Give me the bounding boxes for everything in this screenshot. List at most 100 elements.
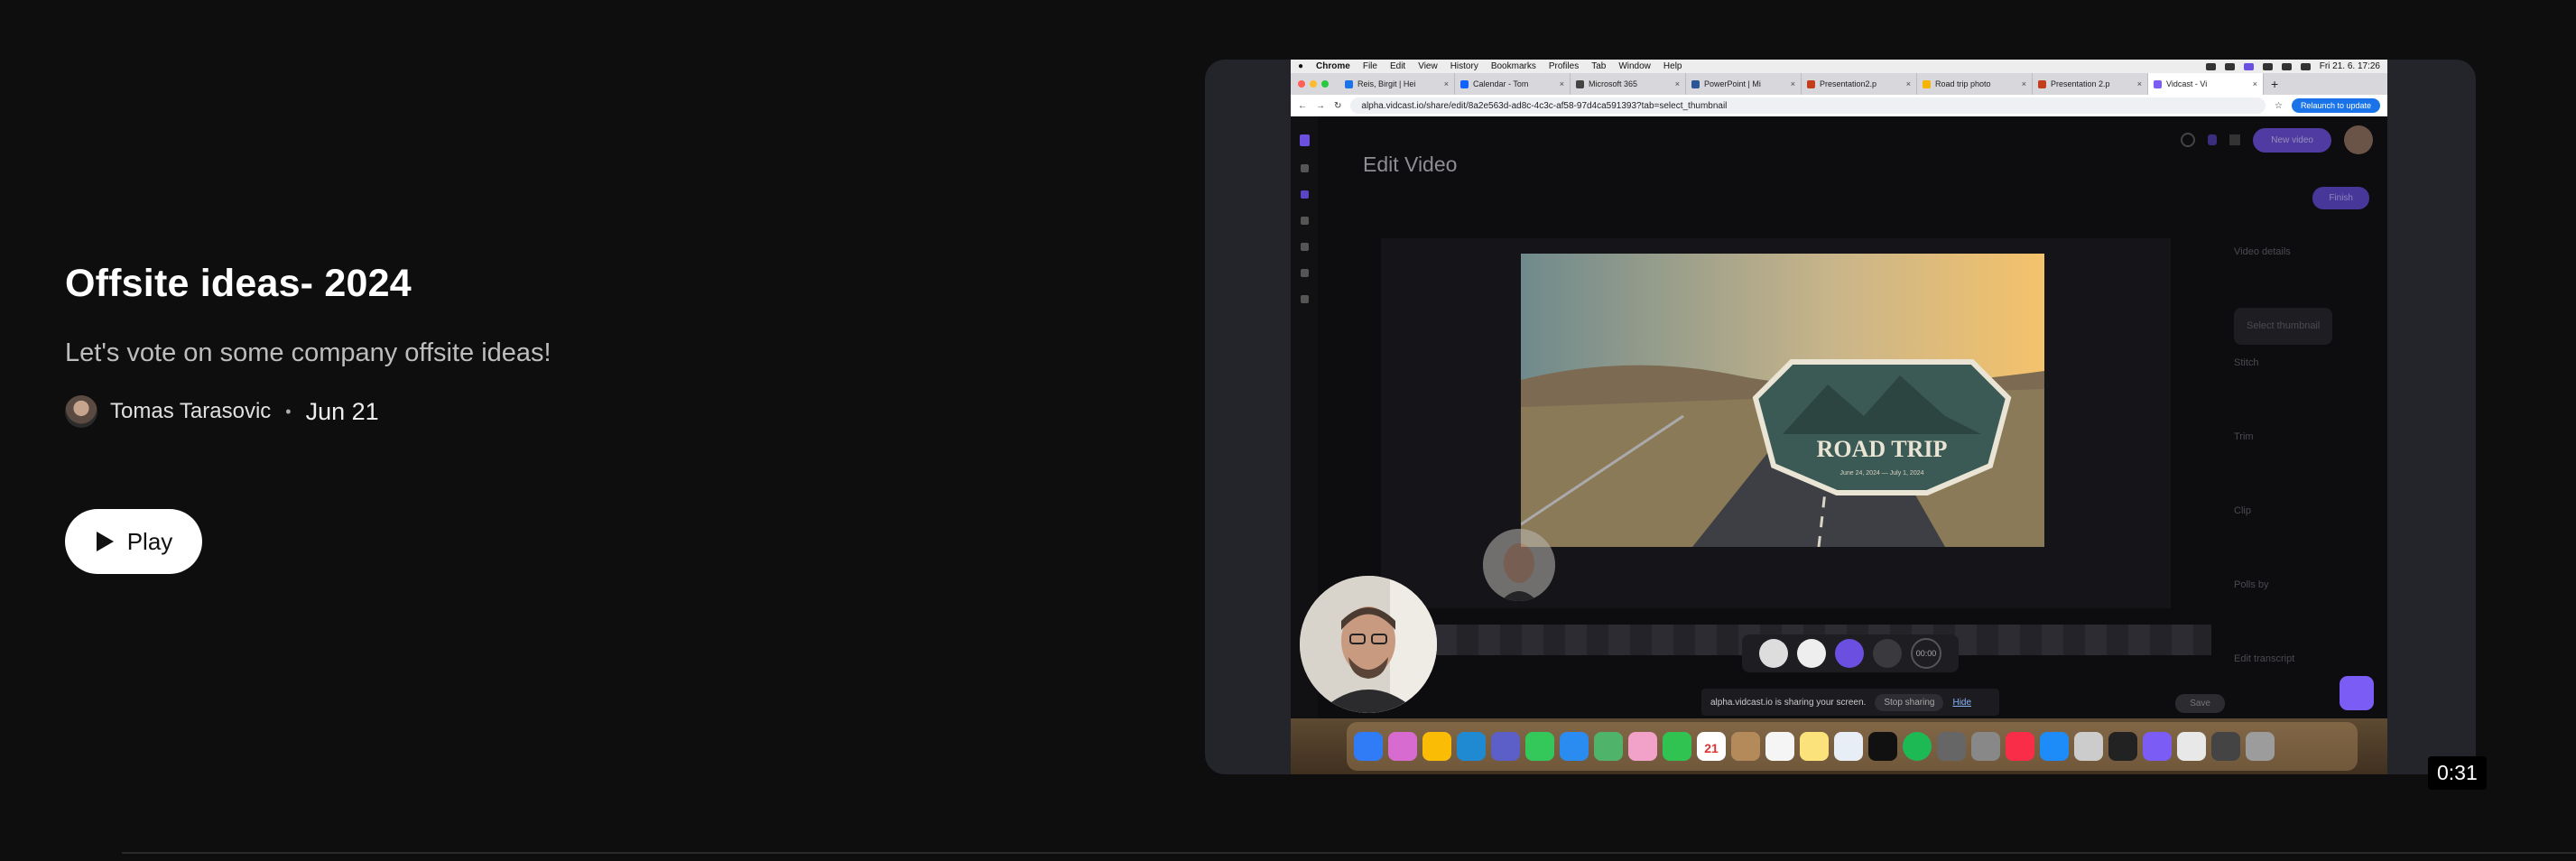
trash-icon xyxy=(2246,732,2275,761)
mail-icon xyxy=(1560,732,1589,761)
back-icon: ← xyxy=(1298,100,1307,111)
wifi-icon xyxy=(2281,62,2292,70)
tab-favicon xyxy=(1807,79,1815,88)
messages-icon xyxy=(1525,732,1554,761)
tab-close-icon: × xyxy=(1905,79,1911,88)
tab-label: Calendar - Tom xyxy=(1473,79,1529,88)
menubar-clock: Fri 21. 6. 17:26 xyxy=(2319,61,2380,71)
tab-label: Presentation2.p xyxy=(1820,79,1877,88)
menubar-item: Help xyxy=(1663,61,1682,71)
camera-control xyxy=(1835,639,1864,668)
recording-controls: 00:00 xyxy=(1742,634,1959,672)
library-icon xyxy=(1300,190,1309,199)
browser-tab: Road trip photo × xyxy=(1917,73,2033,95)
webex-icon xyxy=(1491,732,1520,761)
status-icon xyxy=(2243,62,2254,70)
vscode-icon xyxy=(1457,732,1486,761)
edit-menu-item: Trim xyxy=(2234,431,2254,442)
stats-icon xyxy=(1300,243,1309,251)
edit-menu-item: Polls by xyxy=(2234,579,2269,590)
browser-tab: Microsoft 365 × xyxy=(1571,73,1686,95)
browser-tabbar: Reis, Birgit | Hei × Calendar - Tom × Micros… xyxy=(1291,73,2387,95)
tab-close-icon: × xyxy=(1443,79,1449,88)
terminal-icon xyxy=(2108,732,2137,761)
edit-menu-item: Select thumbnail xyxy=(2234,308,2333,345)
address-row: ← → ↻ alpha.vidcast.io/share/edit/8a2e56… xyxy=(1291,95,2387,117)
webcam-bubble xyxy=(1300,576,1437,713)
forward-icon: → xyxy=(1316,100,1325,111)
notes-icon xyxy=(1800,732,1829,761)
settings-icon xyxy=(1971,732,2000,761)
stop-control xyxy=(1873,639,1902,668)
author-name[interactable]: Tomas Tarasovic xyxy=(110,399,271,424)
finder-icon xyxy=(1354,732,1383,761)
video-title: Offsite ideas- 2024 xyxy=(65,262,412,305)
finish-button: Finish xyxy=(2312,187,2369,209)
browser-tabs: Reis, Birgit | Hei × Calendar - Tom × Micros… xyxy=(1339,73,2264,95)
save-button: Save xyxy=(2175,694,2225,713)
edit-menu-item: Stitch xyxy=(2234,357,2259,368)
divider xyxy=(122,852,2576,854)
apple-icon: ● xyxy=(1298,61,1304,71)
reminders-icon xyxy=(1765,732,1794,761)
browser-tab: Vidcast - Vi × xyxy=(2148,73,2264,95)
address-bar: alpha.vidcast.io/share/edit/8a2e563d-ad8… xyxy=(1350,97,2266,114)
photos-icon xyxy=(1628,732,1657,761)
author-avatar[interactable] xyxy=(65,395,97,428)
play-icon xyxy=(1300,217,1309,225)
info-icon xyxy=(1300,295,1309,303)
video-description: Let's vote on some company offsite ideas… xyxy=(65,338,551,367)
status-icon xyxy=(2262,62,2273,70)
menubar-item: Window xyxy=(1618,61,1651,71)
stop-sharing-button: Stop sharing xyxy=(1875,693,1944,711)
user-avatar xyxy=(2344,125,2373,154)
screen-share-bar: alpha.vidcast.io is sharing your screen.… xyxy=(1701,689,1999,716)
mac-menubar: ● Chrome File Edit View History Bookmark… xyxy=(1291,60,2387,73)
tab-label: Presentation 2.p xyxy=(2051,79,2110,88)
video-frame: ● Chrome File Edit View History Bookmark… xyxy=(1291,60,2387,774)
menubar-app: Chrome xyxy=(1316,61,1350,71)
zoom-dot xyxy=(1321,80,1329,88)
browser-tab: Presentation2.p × xyxy=(1802,73,1917,95)
tab-close-icon: × xyxy=(1559,79,1564,88)
tab-favicon xyxy=(2038,79,2046,88)
facetime-icon xyxy=(1663,732,1691,761)
menubar-item: Bookmarks xyxy=(1490,61,1536,71)
tab-favicon xyxy=(2154,79,2162,88)
star-icon: ☆ xyxy=(2274,100,2283,111)
menubar-item: Tab xyxy=(1591,61,1607,71)
menubar-item: History xyxy=(1450,61,1478,71)
filter-icon xyxy=(2229,134,2241,145)
menubar-item: Profiles xyxy=(1548,61,1580,71)
file-icon xyxy=(2177,732,2206,761)
close-dot xyxy=(1298,80,1305,88)
chrome-icon xyxy=(1422,732,1451,761)
window-controls xyxy=(1298,80,1329,88)
tab-favicon xyxy=(1460,79,1469,88)
maps-icon xyxy=(1594,732,1623,761)
video-date: Jun 21 xyxy=(305,397,379,425)
menubar-status: Fri 21. 6. 17:26 xyxy=(2205,61,2380,71)
vidcast-icon xyxy=(2143,732,2172,761)
edit-menu-item: Video details xyxy=(2234,246,2291,257)
freeform-icon xyxy=(1834,732,1863,761)
menubar-item: View xyxy=(1418,61,1438,71)
minimize-dot xyxy=(1310,80,1317,88)
tab-favicon xyxy=(1923,79,1931,88)
menubar-item: File xyxy=(1362,61,1377,71)
video-meta: Tomas Tarasovic • Jun 21 xyxy=(65,395,877,428)
status-icon xyxy=(2205,62,2216,70)
tab-close-icon: × xyxy=(2136,79,2142,88)
tab-close-icon: × xyxy=(1674,79,1680,88)
edit-menu-item: Edit transcript xyxy=(2234,653,2295,664)
mac-dock: 21 xyxy=(1347,722,2358,771)
tab-label: Reis, Birgit | Hei xyxy=(1357,79,1416,88)
video-player[interactable]: ● Chrome File Edit View History Bookmark… xyxy=(1205,60,2476,774)
reload-icon: ↻ xyxy=(1334,100,1342,111)
thumbnail-dates: June 24, 2024 — July 1, 2024 xyxy=(1839,470,1923,477)
play-button[interactable]: Play xyxy=(65,509,202,574)
menubar-item: Edit xyxy=(1389,61,1406,71)
folder-icon xyxy=(2211,732,2240,761)
edit-menu: Video details Select thumbnail Stitch Trim C… xyxy=(2234,234,2333,774)
new-video-button: New video xyxy=(2253,127,2331,153)
